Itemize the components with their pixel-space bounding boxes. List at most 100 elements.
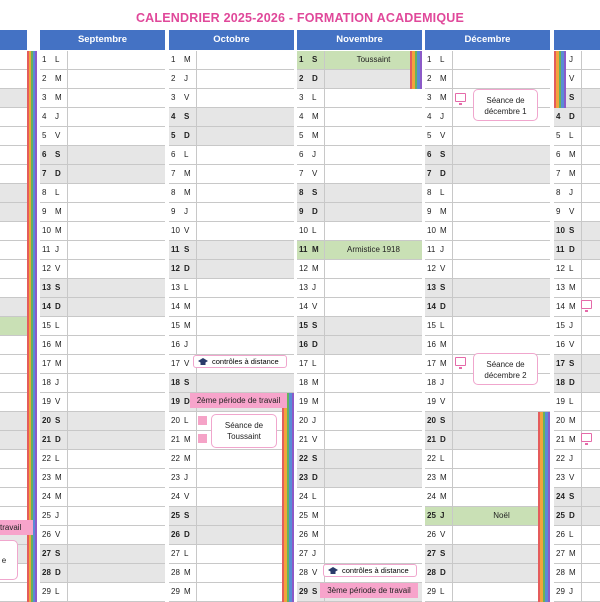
day-row[interactable]: 20 S bbox=[425, 412, 551, 431]
day-row[interactable]: 22 S bbox=[297, 450, 422, 469]
day-row[interactable]: 16 V bbox=[554, 336, 600, 355]
day-row[interactable]: 8S bbox=[297, 184, 422, 203]
day-row[interactable]: 1 S Toussaint bbox=[297, 51, 423, 70]
day-row[interactable]: 14 V bbox=[297, 298, 422, 317]
day-row[interactable]: 12 V bbox=[425, 260, 550, 279]
day-row[interactable] bbox=[0, 51, 27, 70]
day-row[interactable]: 3V bbox=[169, 89, 294, 108]
day-row[interactable]: 17 M bbox=[40, 355, 165, 374]
day-row[interactable] bbox=[0, 412, 27, 431]
controles-a-distance-tag[interactable]: contrôles à distance bbox=[193, 355, 287, 368]
day-row[interactable]: 12 V bbox=[40, 260, 165, 279]
day-row[interactable] bbox=[0, 355, 27, 374]
day-row[interactable]: 25 J bbox=[40, 507, 165, 526]
day-row[interactable]: 28 M bbox=[169, 564, 295, 583]
day-row[interactable]: 12 M bbox=[297, 260, 422, 279]
day-row[interactable]: 24 V bbox=[169, 488, 295, 507]
day-row[interactable] bbox=[0, 374, 27, 393]
day-row[interactable]: 19 L bbox=[554, 393, 600, 412]
day-row[interactable]: 7V bbox=[297, 165, 422, 184]
day-row[interactable]: 7M bbox=[169, 165, 294, 184]
day-row[interactable]: 15 L bbox=[425, 317, 550, 336]
day-row[interactable]: 7M bbox=[554, 165, 600, 184]
day-row[interactable]: 8M bbox=[169, 184, 294, 203]
day-row[interactable]: 24 M bbox=[425, 488, 551, 507]
day-row[interactable]: 14 M bbox=[169, 298, 294, 317]
day-row[interactable]: 22 L bbox=[425, 450, 551, 469]
day-row[interactable]: 11 J bbox=[40, 241, 165, 260]
day-row[interactable]: 4M bbox=[297, 108, 422, 127]
day-row[interactable]: 12 L bbox=[554, 260, 600, 279]
day-row[interactable]: 16 J bbox=[169, 336, 294, 355]
periode-2-banner[interactable]: 2ème période de travail bbox=[190, 393, 287, 408]
day-row[interactable] bbox=[0, 298, 27, 317]
day-row[interactable]: 5V bbox=[425, 127, 550, 146]
day-row[interactable]: 23 V bbox=[554, 469, 600, 488]
day-row[interactable]: 27 S bbox=[425, 545, 551, 564]
day-row[interactable]: 1L bbox=[40, 51, 165, 70]
day-row[interactable]: 26 V bbox=[425, 526, 551, 545]
day-row[interactable]: 5L bbox=[554, 127, 600, 146]
day-row[interactable]: 19 V bbox=[425, 393, 550, 412]
day-row[interactable] bbox=[0, 583, 27, 602]
day-row[interactable] bbox=[0, 279, 27, 298]
day-row[interactable]: 10 M bbox=[40, 222, 165, 241]
day-row[interactable]: 6S bbox=[40, 146, 165, 165]
day-row[interactable]: 27 S bbox=[40, 545, 165, 564]
day-row[interactable]: 5M bbox=[297, 127, 422, 146]
day-row[interactable]: 25 D bbox=[554, 507, 600, 526]
day-row[interactable]: 14 D bbox=[425, 298, 550, 317]
day-row[interactable]: 2D bbox=[297, 70, 423, 89]
day-row[interactable]: 4S bbox=[169, 108, 294, 127]
day-row[interactable]: 20 M bbox=[554, 412, 600, 431]
day-row[interactable]: 11 J bbox=[425, 241, 550, 260]
day-row[interactable]: 26 L bbox=[554, 526, 600, 545]
day-row[interactable]: 26 M bbox=[297, 526, 422, 545]
day-row[interactable]: 1M bbox=[169, 51, 294, 70]
day-row[interactable]: 7D bbox=[40, 165, 165, 184]
day-row[interactable]: 20 S bbox=[40, 412, 165, 431]
day-row[interactable]: 24 L bbox=[297, 488, 422, 507]
day-row[interactable] bbox=[0, 146, 27, 165]
day-row[interactable] bbox=[0, 222, 27, 241]
day-row[interactable] bbox=[0, 317, 27, 336]
day-row[interactable]: 9D bbox=[297, 203, 422, 222]
day-row[interactable] bbox=[0, 469, 27, 488]
day-row[interactable]: 7D bbox=[425, 165, 550, 184]
day-row[interactable]: 27 M bbox=[554, 545, 600, 564]
day-row[interactable]: 2V bbox=[554, 70, 600, 89]
day-row[interactable]: 21 V bbox=[297, 431, 422, 450]
seance-toussaint-note[interactable]: Séance de Toussaint bbox=[211, 414, 277, 448]
day-row[interactable]: 12 D bbox=[169, 260, 294, 279]
day-row[interactable]: 28 D bbox=[425, 564, 551, 583]
day-row[interactable] bbox=[0, 450, 27, 469]
day-row[interactable]: 18 M bbox=[297, 374, 422, 393]
day-row[interactable] bbox=[0, 108, 27, 127]
day-row[interactable]: 9J bbox=[169, 203, 294, 222]
seance-decembre-1-note[interactable]: Séance de décembre 1 bbox=[473, 89, 538, 121]
day-row[interactable] bbox=[0, 203, 27, 222]
day-row[interactable]: 18 J bbox=[40, 374, 165, 393]
day-row[interactable]: 2M bbox=[425, 70, 550, 89]
day-row[interactable]: 2M bbox=[40, 70, 165, 89]
day-row[interactable]: 21 M bbox=[554, 431, 600, 450]
day-row[interactable]: 5D bbox=[169, 127, 294, 146]
day-row[interactable]: 1J bbox=[554, 51, 600, 70]
day-row[interactable]: 23 M bbox=[425, 469, 551, 488]
day-row[interactable]: 18 S bbox=[169, 374, 294, 393]
day-row[interactable]: 17 L bbox=[297, 355, 422, 374]
day-row[interactable] bbox=[0, 241, 27, 260]
day-row[interactable]: 29 J bbox=[554, 583, 600, 602]
day-row[interactable]: 15 L bbox=[40, 317, 165, 336]
day-row[interactable]: 13 M bbox=[554, 279, 600, 298]
day-row[interactable] bbox=[0, 127, 27, 146]
day-row[interactable]: 15 S bbox=[297, 317, 422, 336]
day-row[interactable]: 8L bbox=[425, 184, 550, 203]
day-row[interactable]: 19 M bbox=[297, 393, 422, 412]
day-row[interactable]: 6M bbox=[554, 146, 600, 165]
day-row[interactable]: 13 J bbox=[297, 279, 422, 298]
day-row[interactable]: 26 V bbox=[40, 526, 165, 545]
day-row[interactable]: 28 D bbox=[40, 564, 165, 583]
day-row[interactable] bbox=[0, 488, 27, 507]
day-row[interactable]: 20 J bbox=[297, 412, 422, 431]
